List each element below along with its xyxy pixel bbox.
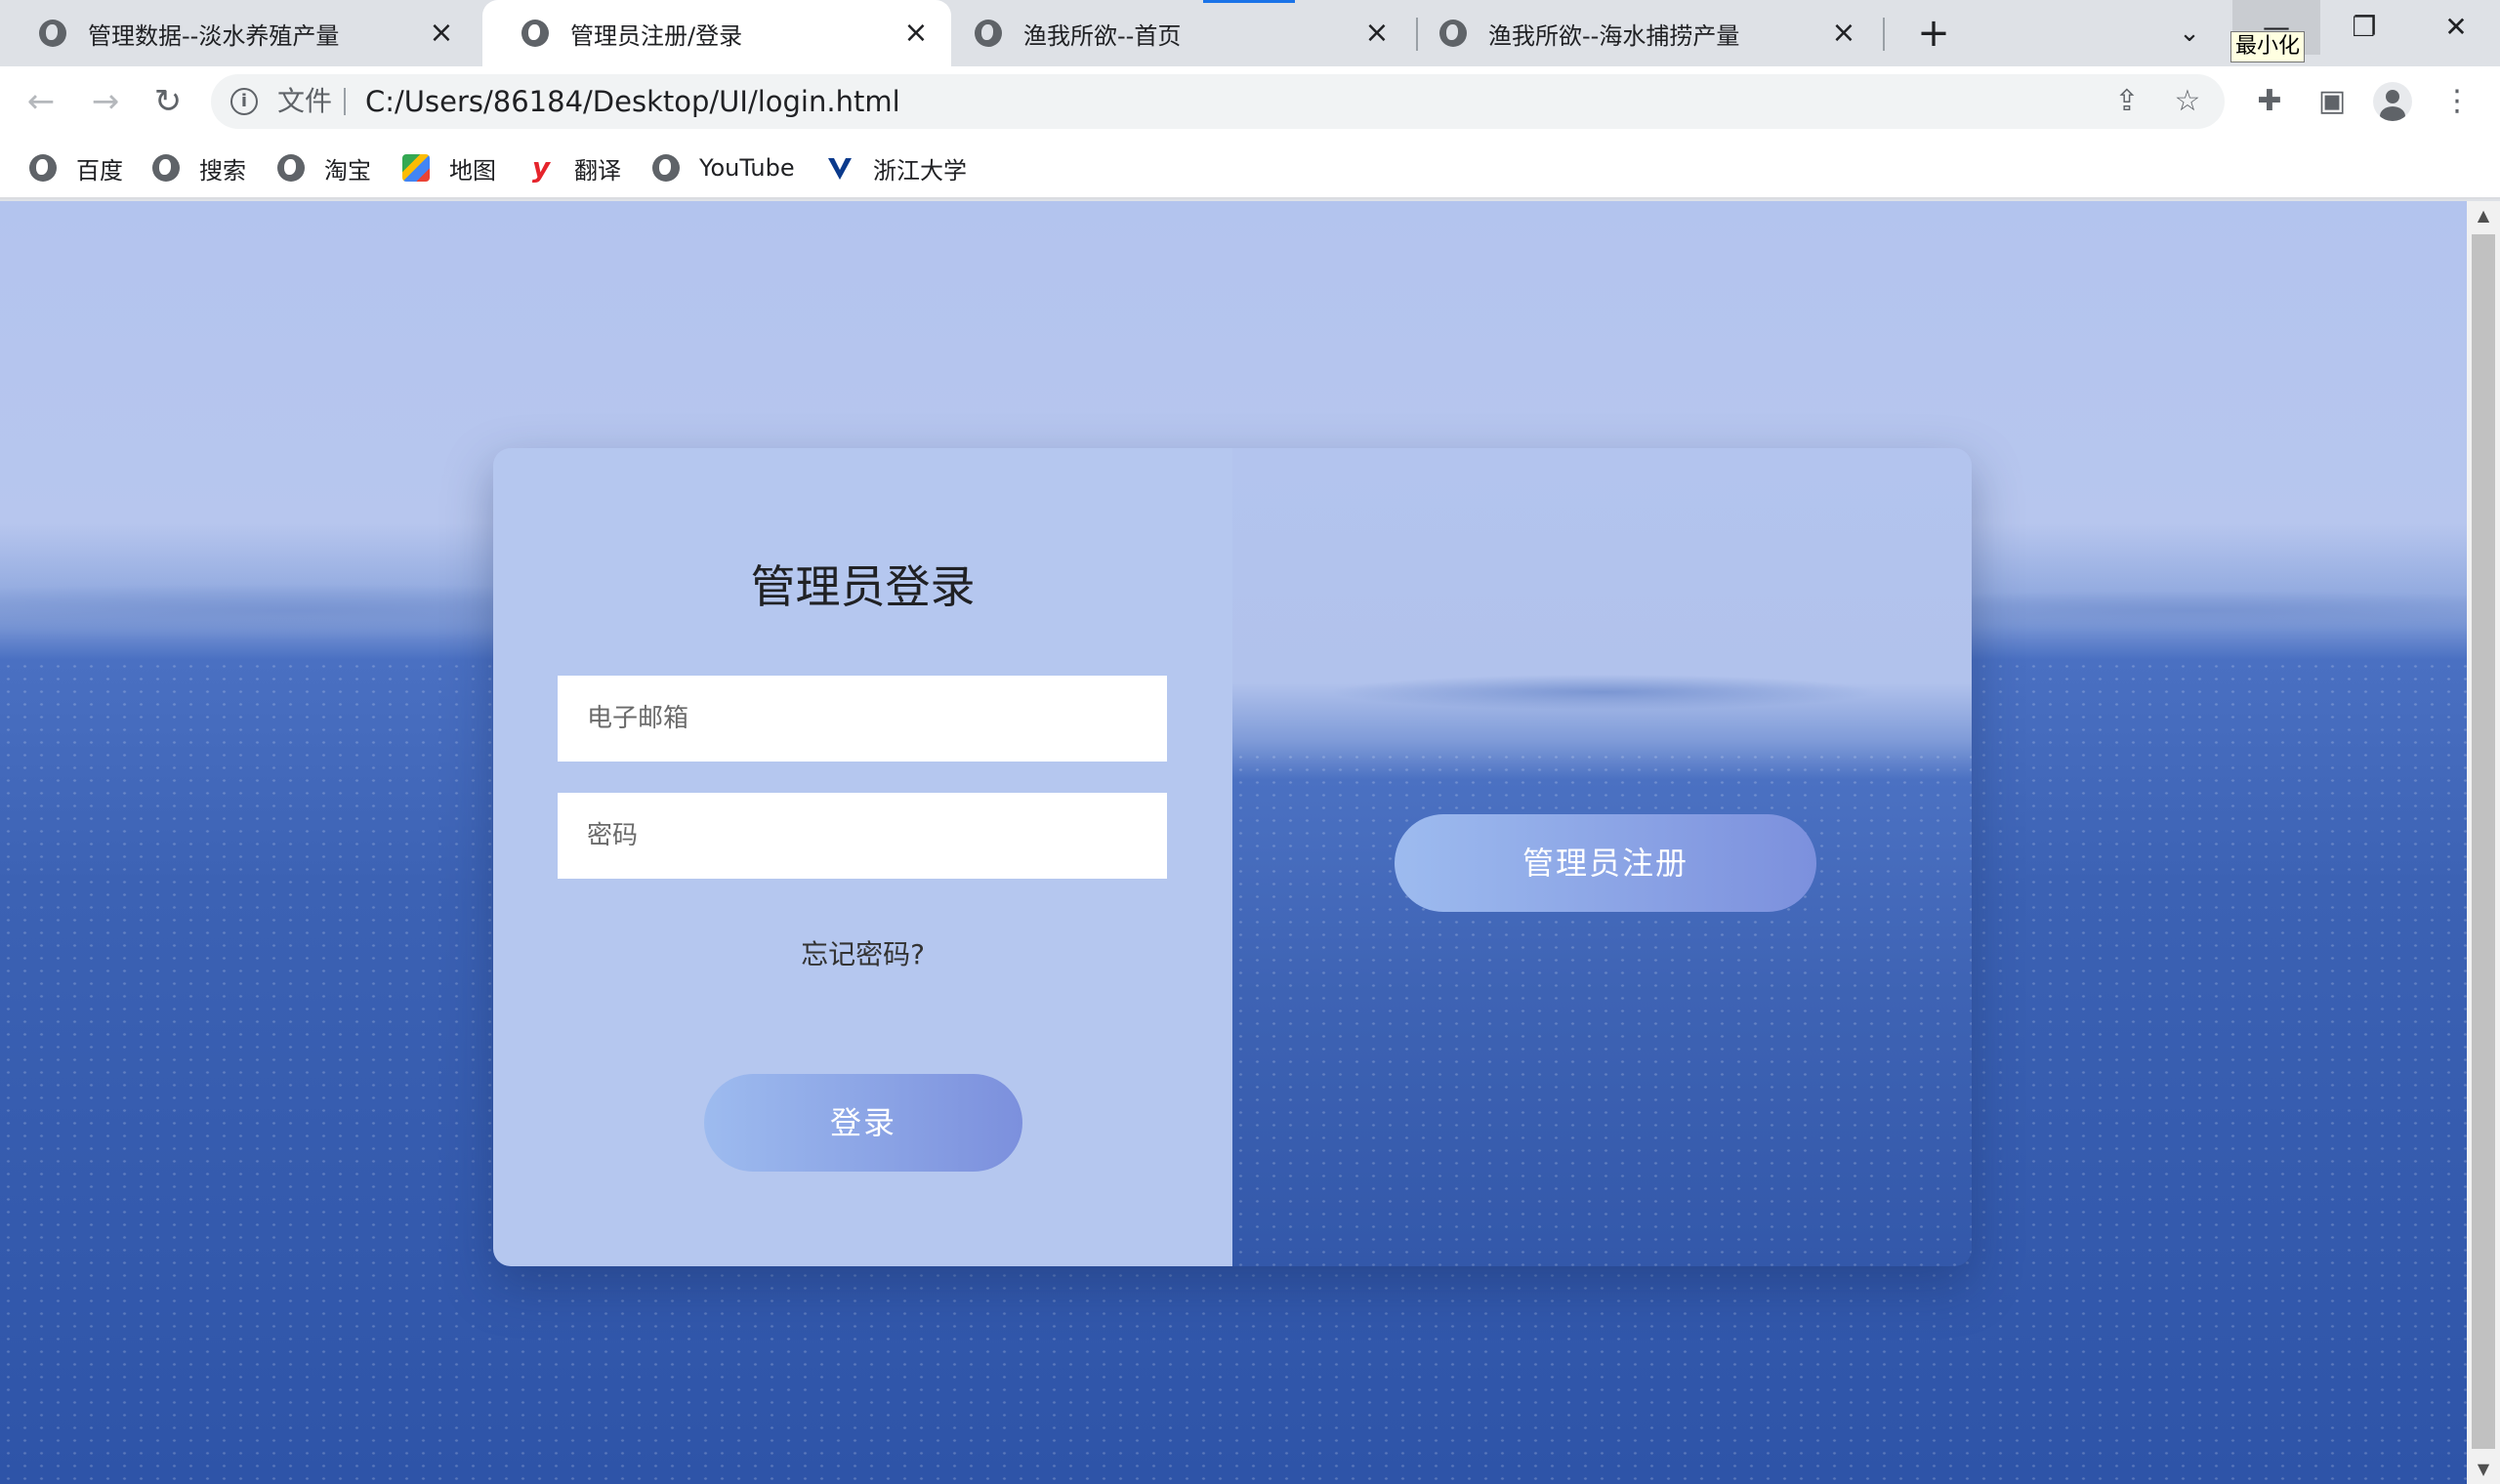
tab-title: 管理数据--淡水养殖产量 (88, 21, 340, 50)
forward-arrow-icon[interactable]: → (84, 80, 127, 123)
email-field[interactable] (558, 676, 1167, 762)
bookmark-maps[interactable]: 地图 (402, 137, 496, 199)
address-bar[interactable]: i 文件 C:/Users/86184/Desktop/UI/login.htm… (211, 74, 2225, 129)
tab-separator (1883, 18, 1885, 51)
tab-title: 渔我所欲--海水捕捞产量 (1488, 21, 1740, 50)
scroll-up-arrow-icon[interactable]: ▲ (2467, 201, 2500, 230)
globe-icon (975, 20, 1002, 47)
globe-icon (29, 154, 57, 182)
globe-icon (152, 154, 180, 182)
tab-admin-login[interactable]: 管理员注册/登录 × (482, 0, 951, 66)
new-tab-plus-icon[interactable]: + (1912, 12, 1955, 55)
forgot-password-link[interactable]: 忘记密码? (493, 933, 1232, 972)
bookmark-baidu[interactable]: 百度 (29, 137, 123, 199)
youdao-icon: y (531, 151, 551, 184)
login-title: 管理员登录 (750, 560, 976, 613)
login-register-card: 管理员登录 忘记密码? 登录 管理员注册 (493, 448, 1972, 1266)
close-icon[interactable]: × (1830, 19, 1857, 48)
scrollbar-thumb[interactable] (2472, 234, 2495, 1449)
profile-avatar-icon[interactable] (2373, 82, 2412, 121)
tab-separator (1416, 18, 1418, 51)
bookmark-youtube[interactable]: YouTube (652, 137, 795, 199)
bookmark-search[interactable]: 搜索 (152, 137, 246, 199)
password-field[interactable] (558, 793, 1167, 879)
bookmarks-bar: 百度 搜索 淘宝 地图 y 翻译 YouTube 浙江大学 (0, 137, 2500, 199)
tab-seawater-catch[interactable]: 渔我所欲--海水捕捞产量 × (1420, 0, 1879, 66)
globe-icon (277, 154, 305, 182)
bookmark-label: YouTube (699, 154, 795, 182)
file-scheme-label: 文件 (277, 85, 333, 117)
bookmark-star-icon[interactable]: ☆ (2170, 84, 2205, 119)
globe-icon (521, 20, 549, 47)
zju-icon (826, 154, 854, 182)
window-close-icon[interactable]: ✕ (2412, 0, 2500, 55)
bookmark-translate[interactable]: y 翻译 (527, 137, 621, 199)
tab-strip: 管理数据--淡水养殖产量 × 管理员注册/登录 × 渔我所欲--首页 × 渔我所… (0, 0, 2500, 66)
menu-kebab-icon[interactable]: ⋮ (2436, 80, 2479, 123)
url-text[interactable]: C:/Users/86184/Desktop/UI/login.html (365, 74, 900, 129)
page-scrollbar[interactable]: ▲ ▼ (2467, 201, 2500, 1484)
browser-toolbar: ← → ↻ i 文件 C:/Users/86184/Desktop/UI/log… (0, 66, 2500, 137)
reload-icon[interactable]: ↻ (146, 80, 189, 123)
back-arrow-icon[interactable]: ← (20, 80, 62, 123)
tab-title: 管理员注册/登录 (570, 21, 743, 50)
minimize-tooltip: 最小化 (2230, 31, 2306, 62)
close-icon[interactable]: × (428, 19, 455, 48)
bookmark-label: 地图 (449, 156, 496, 185)
maps-icon (402, 154, 430, 182)
bookmark-zju[interactable]: 浙江大学 (826, 137, 967, 199)
tab-title: 渔我所欲--首页 (1023, 21, 1182, 50)
close-icon[interactable]: × (1363, 19, 1391, 48)
globe-icon (652, 154, 680, 182)
omnibox-divider (344, 88, 346, 115)
globe-icon (39, 20, 66, 47)
scroll-down-arrow-icon[interactable]: ▼ (2467, 1455, 2500, 1484)
bookmark-label: 翻译 (574, 156, 621, 185)
login-button[interactable]: 登录 (704, 1074, 1022, 1172)
register-button[interactable]: 管理员注册 (1395, 814, 1816, 912)
close-icon[interactable]: × (902, 19, 930, 48)
restore-icon[interactable]: ❐ (2320, 0, 2408, 55)
bookmark-label: 搜索 (199, 156, 246, 185)
site-info-icon[interactable]: i (230, 88, 258, 115)
bookmark-label: 浙江大学 (873, 156, 967, 185)
bookmark-label: 百度 (76, 156, 123, 185)
share-icon[interactable]: ⇪ (2109, 84, 2145, 119)
extensions-puzzle-icon[interactable]: ✚ (2248, 80, 2291, 123)
bookmark-taobao[interactable]: 淘宝 (277, 137, 371, 199)
globe-icon (1439, 20, 1467, 47)
tab-search-chevron-icon[interactable]: ⌄ (2168, 12, 2211, 55)
tab-freshwater-data[interactable]: 管理数据--淡水养殖产量 × (0, 0, 477, 66)
register-panel: 管理员注册 (1232, 448, 1972, 1266)
login-panel: 管理员登录 忘记密码? 登录 (493, 448, 1232, 1266)
tab-home[interactable]: 渔我所欲--首页 × (951, 0, 1412, 66)
side-panel-icon[interactable]: ▣ (2311, 80, 2354, 123)
bookmark-label: 淘宝 (324, 156, 371, 185)
page-background-sea: 管理员登录 忘记密码? 登录 管理员注册 (0, 201, 2467, 1484)
